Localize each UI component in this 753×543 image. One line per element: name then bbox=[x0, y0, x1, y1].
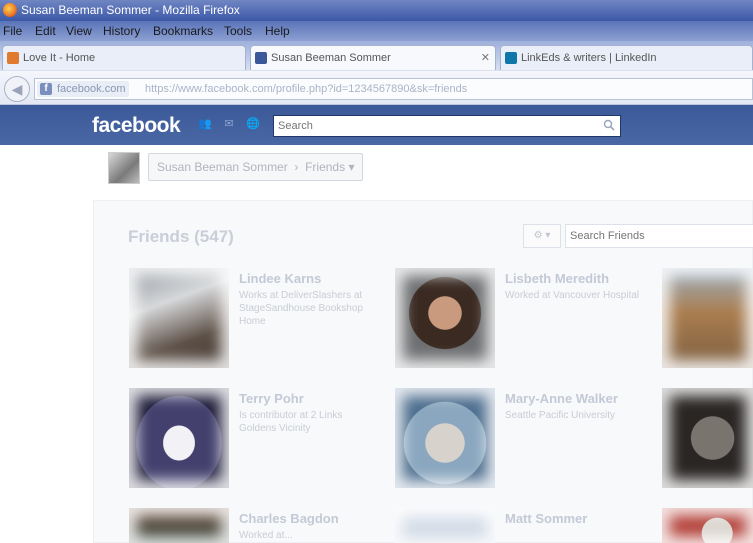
site-identity-button[interactable]: f facebook.com bbox=[37, 81, 130, 97]
tab-susan-beeman-sommer[interactable]: Susan Beeman Sommer ✕ bbox=[250, 45, 496, 70]
friend-photo[interactable] bbox=[395, 388, 495, 488]
tab-label: Love It - Home bbox=[23, 52, 96, 64]
friend-card[interactable]: Mary-Anne Walker Seattle Pacific Univers… bbox=[395, 388, 655, 488]
tab-bar: Love It - Home Susan Beeman Sommer ✕ Lin… bbox=[0, 41, 753, 71]
profile-name: Susan Beeman Sommer bbox=[157, 160, 288, 174]
back-button[interactable]: ◀ bbox=[4, 76, 30, 102]
friend-photo[interactable] bbox=[129, 268, 229, 368]
friend-requests-icon[interactable]: 👥 bbox=[198, 118, 212, 130]
search-icon[interactable] bbox=[603, 119, 615, 131]
friend-photo[interactable] bbox=[395, 268, 495, 368]
friend-detail: Seattle Pacific University bbox=[505, 410, 616, 421]
search-input[interactable] bbox=[274, 116, 594, 136]
facebook-logo[interactable]: facebook bbox=[92, 114, 181, 138]
friend-search-box bbox=[565, 224, 753, 248]
menu-tools[interactable]: Tools bbox=[224, 24, 252, 38]
friends-panel: Friends (547) ⚙ ▾ Lindee Karns Works at … bbox=[93, 200, 753, 543]
gear-icon: ⚙ ▾ bbox=[533, 230, 551, 241]
friend-photo[interactable] bbox=[129, 388, 229, 488]
messages-icon[interactable]: ✉ bbox=[222, 118, 236, 130]
friend-detail: Worked at... bbox=[239, 530, 293, 541]
facebook-favicon-icon: f bbox=[40, 83, 52, 95]
url-bar[interactable]: f facebook.com https://www.facebook.com/… bbox=[34, 78, 753, 100]
profile-avatar[interactable] bbox=[108, 152, 140, 184]
friend-name[interactable]: Lindee Karns bbox=[239, 271, 321, 286]
friend-card[interactable] bbox=[662, 508, 753, 543]
menu-edit[interactable]: Edit bbox=[35, 24, 56, 38]
friend-name[interactable]: Mary-Anne Walker bbox=[505, 391, 618, 406]
navigation-bar: ◀ f facebook.com https://www.facebook.co… bbox=[0, 71, 753, 105]
friend-card[interactable]: Terry Pohr Is contributor at 2 Links Gol… bbox=[129, 388, 389, 488]
back-arrow-icon: ◀ bbox=[11, 81, 23, 97]
friend-card[interactable]: Charles Bagdon Worked at... bbox=[129, 508, 389, 543]
friend-detail: Worked at Vancouver Hospital bbox=[505, 290, 640, 301]
friend-search-input[interactable] bbox=[566, 225, 751, 247]
friend-card[interactable]: Matt Sommer bbox=[395, 508, 655, 543]
tab-label: Susan Beeman Sommer bbox=[271, 52, 391, 64]
friend-card[interactable]: Lindee Karns Works at DeliverSlashers at… bbox=[129, 268, 389, 368]
friends-filter-button[interactable]: ⚙ ▾ bbox=[523, 224, 561, 248]
friends-breadcrumb: Friends bbox=[305, 160, 346, 174]
menu-bookmarks[interactable]: Bookmarks bbox=[153, 24, 213, 38]
menu-history[interactable]: History bbox=[103, 24, 140, 38]
rss-icon bbox=[7, 52, 19, 64]
friend-name[interactable]: Matt Sommer bbox=[505, 511, 587, 526]
profile-bar: Susan Beeman Sommer › Friends ▾ bbox=[0, 145, 753, 195]
friend-photo[interactable] bbox=[395, 508, 495, 543]
facebook-search bbox=[273, 115, 621, 137]
menu-bar: File Edit View History Bookmarks Tools H… bbox=[0, 21, 753, 41]
friend-card[interactable]: Lisbeth Meredith Worked at Vancouver Hos… bbox=[395, 268, 655, 368]
window-title: Susan Beeman Sommer - Mozilla Firefox bbox=[21, 3, 240, 17]
friend-name[interactable]: Terry Pohr bbox=[239, 391, 304, 406]
facebook-header: facebook 👥 ✉ 🌐 bbox=[0, 105, 753, 145]
linkedin-icon bbox=[505, 52, 517, 64]
tab-linkeds-writers[interactable]: LinkEds & writers | LinkedIn bbox=[500, 45, 753, 70]
notifications-icon[interactable]: 🌐 bbox=[246, 118, 260, 130]
menu-view[interactable]: View bbox=[66, 24, 92, 38]
menu-help[interactable]: Help bbox=[265, 24, 290, 38]
profile-name-button[interactable]: Susan Beeman Sommer › Friends ▾ bbox=[148, 153, 364, 181]
friend-photo[interactable] bbox=[662, 268, 753, 368]
friend-photo[interactable] bbox=[662, 508, 753, 543]
site-identity-label: facebook.com bbox=[57, 83, 126, 95]
friend-detail: Works at DeliverSlashers at StageSandhou… bbox=[239, 290, 363, 327]
close-icon[interactable]: ✕ bbox=[481, 51, 490, 64]
menu-file[interactable]: File bbox=[3, 24, 22, 38]
url-text: https://www.facebook.com/profile.php?id=… bbox=[145, 83, 468, 95]
friend-detail: Is contributor at 2 Links Goldens Vicini… bbox=[239, 410, 343, 434]
tab-love-it-home[interactable]: Love It - Home bbox=[2, 45, 246, 70]
friends-heading: Friends (547) bbox=[128, 227, 234, 246]
tab-label: LinkEds & writers | LinkedIn bbox=[521, 52, 657, 64]
friend-name[interactable]: Charles Bagdon bbox=[239, 511, 339, 526]
firefox-icon bbox=[3, 3, 17, 17]
friend-name[interactable]: Lisbeth Meredith bbox=[505, 271, 609, 286]
friend-card[interactable] bbox=[662, 268, 753, 368]
window-titlebar: Susan Beeman Sommer - Mozilla Firefox bbox=[0, 0, 753, 21]
chevron-down-icon: ▾ bbox=[348, 160, 355, 174]
friend-photo[interactable] bbox=[662, 388, 753, 488]
facebook-icon bbox=[255, 52, 267, 64]
friend-card[interactable] bbox=[662, 388, 753, 488]
friend-photo[interactable] bbox=[129, 508, 229, 543]
